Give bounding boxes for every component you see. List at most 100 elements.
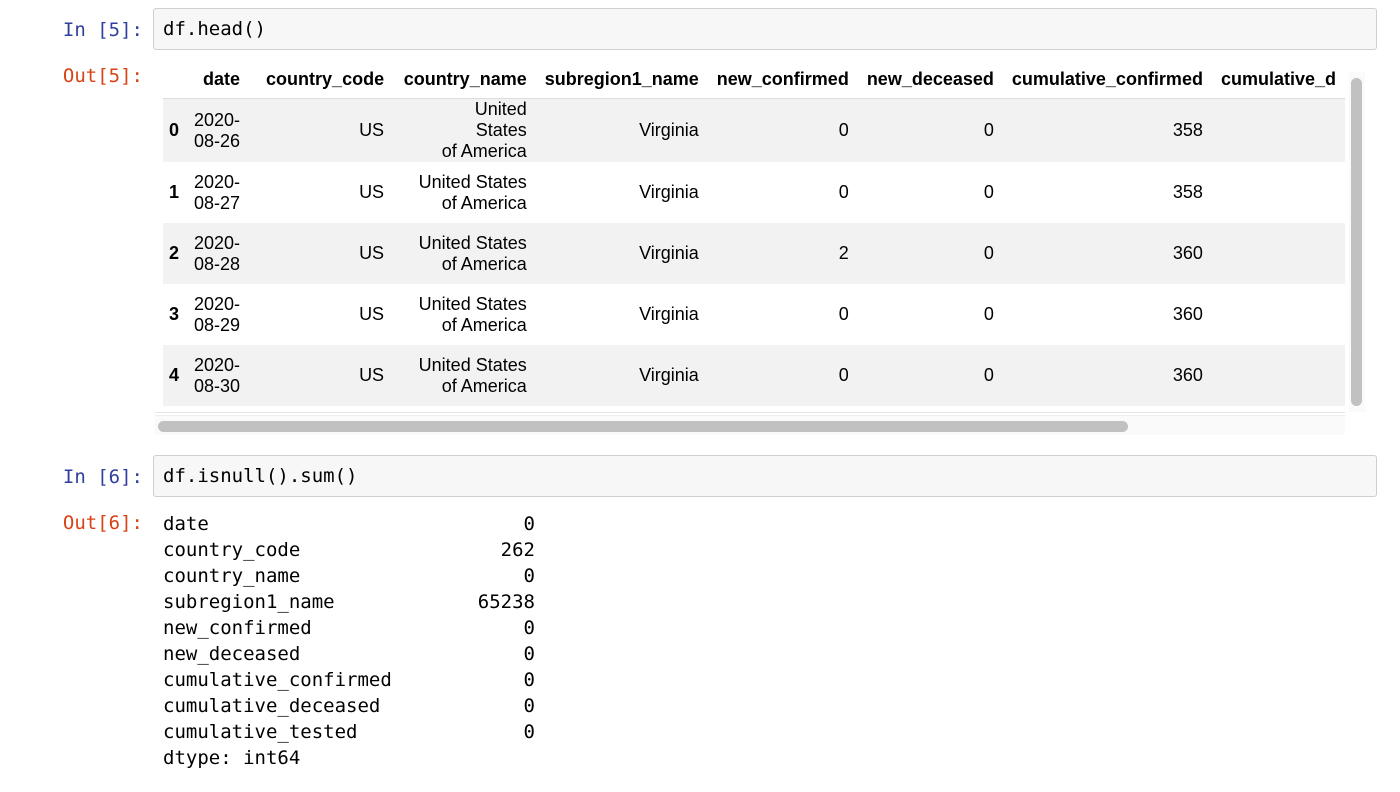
name-part: of America <box>441 375 527 396</box>
date-part: 2020- <box>194 171 241 192</box>
date-part: 08-26 <box>194 130 241 151</box>
column-header: date <box>185 60 250 99</box>
cell-cumulative-d <box>1212 223 1345 284</box>
series-value: 0 <box>523 695 535 717</box>
cell-new-deceased: 0 <box>983 182 994 202</box>
series-row: cumulative_confirmed 0 <box>163 667 535 693</box>
series-row: country_code 262 <box>163 537 535 563</box>
series-value: 0 <box>523 565 535 587</box>
name-part: of America <box>441 192 527 213</box>
code-cell-input-6[interactable]: df.isnull().sum() <box>153 455 1377 497</box>
name-part: United States <box>418 171 527 192</box>
cell-country-code: US <box>359 243 385 263</box>
cell-new-confirmed: 0 <box>838 365 849 385</box>
series-label: cumulative_deceased <box>163 695 381 717</box>
cell-subregion: Virginia <box>639 182 699 202</box>
dataframe-viewport[interactable]: date country_code country_name subregion… <box>155 60 1345 413</box>
cell-cumulative-confirmed: 360 <box>1172 243 1203 263</box>
cell-new-deceased: 0 <box>983 120 994 140</box>
out-prompt-6: Out[6]: <box>62 512 143 534</box>
series-row: cumulative_deceased 0 <box>163 693 535 719</box>
code-text: df.isnull().sum() <box>163 465 358 487</box>
cell-cumulative-d <box>1212 345 1345 406</box>
column-header: new_deceased <box>857 60 1003 99</box>
row-index: 3 <box>169 304 180 324</box>
cell-cumulative-confirmed: 360 <box>1172 365 1203 385</box>
series-label: new_deceased <box>163 643 301 665</box>
column-header: country_code <box>249 60 394 99</box>
index-header <box>163 60 186 99</box>
cell-new-deceased: 0 <box>983 243 994 263</box>
series-label: date <box>163 513 209 535</box>
date-part: 2020- <box>194 293 241 314</box>
name-part: United States <box>418 293 527 314</box>
row-index: 0 <box>169 120 180 140</box>
cell-country-name: United States of America <box>393 99 536 163</box>
cell-cumulative-confirmed: 360 <box>1172 304 1203 324</box>
date-part: 2020- <box>194 354 241 375</box>
cell-cumulative-d <box>1212 162 1345 223</box>
column-header: subregion1_name <box>535 60 708 99</box>
cell-country-name: United States of America <box>393 345 536 406</box>
name-part: United States <box>418 232 527 253</box>
cell-new-confirmed: 0 <box>838 182 849 202</box>
cell-subregion: Virginia <box>639 243 699 263</box>
date-part: 08-28 <box>194 253 241 274</box>
table-header-row: date country_code country_name subregion… <box>163 60 1345 99</box>
series-value: 0 <box>523 617 535 639</box>
series-value: 0 <box>523 643 535 665</box>
name-part: United States <box>474 99 527 140</box>
horizontal-scrollbar-thumb[interactable] <box>158 421 1128 432</box>
series-value: 65238 <box>477 591 535 613</box>
column-header: cumulative_d <box>1211 60 1345 99</box>
series-label: country_code <box>163 539 301 561</box>
series-row: new_confirmed 0 <box>163 615 535 641</box>
cell-country-name: United States of America <box>393 162 536 223</box>
table-row: 3 2020- 08-29 US United States of America … <box>163 284 1345 345</box>
dtype-line: dtype: int64 <box>163 747 301 769</box>
horizontal-scrollbar[interactable] <box>155 415 1345 435</box>
cell-country-code: US <box>359 365 385 385</box>
cell-date: 2020- 08-29 <box>185 284 249 345</box>
cell-date: 2020- 08-28 <box>185 223 249 284</box>
table-row: 2 2020- 08-28 US United States of America … <box>163 223 1345 284</box>
table-row: 0 2020- 08-26 US United States of America … <box>163 98 1345 163</box>
cell-country-code: US <box>359 304 385 324</box>
cell-country-name: United States of America <box>393 223 536 284</box>
date-part: 08-30 <box>194 375 241 396</box>
series-label: cumulative_confirmed <box>163 669 392 691</box>
row-index: 2 <box>169 243 180 263</box>
vertical-scrollbar-thumb[interactable] <box>1351 78 1362 406</box>
cell-new-confirmed: 2 <box>838 243 849 263</box>
in-prompt-6: In [6]: <box>62 466 143 488</box>
table-row: 4 2020- 08-30 US United States of America … <box>163 345 1345 406</box>
cell-new-deceased: 0 <box>983 365 994 385</box>
code-text: df.head() <box>163 18 266 40</box>
cell-subregion: Virginia <box>639 365 699 385</box>
cell-new-confirmed: 0 <box>838 304 849 324</box>
series-value: 0 <box>523 721 535 743</box>
dataframe-table: date country_code country_name subregion… <box>163 60 1345 406</box>
row-index: 4 <box>169 365 180 385</box>
date-part: 08-29 <box>194 314 241 335</box>
vertical-scrollbar[interactable] <box>1349 72 1365 412</box>
date-part: 08-27 <box>194 192 241 213</box>
row-index: 1 <box>169 182 180 202</box>
name-part: of America <box>441 141 527 161</box>
column-header: country_name <box>393 60 536 99</box>
series-row: subregion1_name 65238 <box>163 589 535 615</box>
cell-new-deceased: 0 <box>983 304 994 324</box>
isnull-series-output: date 0 country_code 262 country_name 0 subr… <box>163 511 535 771</box>
column-header: cumulative_confirmed <box>1002 60 1212 99</box>
code-cell-input-5[interactable]: df.head() <box>153 8 1377 50</box>
series-row: date 0 <box>163 511 535 537</box>
series-label: subregion1_name <box>163 591 335 613</box>
name-part: of America <box>441 314 527 335</box>
date-part: 2020- <box>194 109 241 130</box>
name-part: of America <box>441 253 527 274</box>
cell-cumulative-confirmed: 358 <box>1172 182 1203 202</box>
cell-cumulative-confirmed: 358 <box>1172 120 1203 140</box>
series-label: new_confirmed <box>163 617 312 639</box>
cell-subregion: Virginia <box>639 120 699 140</box>
name-part: United States <box>418 354 527 375</box>
